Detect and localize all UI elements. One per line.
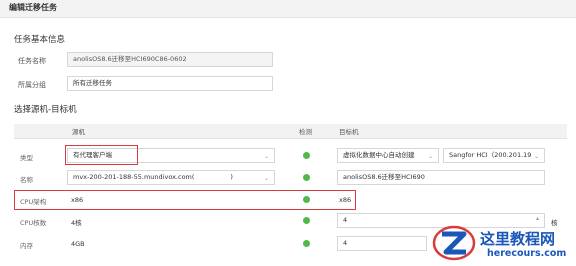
target-memory-stepper[interactable]: 4 xyxy=(337,236,427,251)
check-ok-icon xyxy=(303,196,310,203)
source-cpu-arch: x86 xyxy=(71,196,84,204)
chevron-down-icon: ⌄ xyxy=(427,153,433,160)
highlight-box-type xyxy=(65,145,138,165)
target-cpu-arch: x86 xyxy=(339,196,352,204)
source-name-value: mvx-200-201-188-55.mundivox.com( xyxy=(73,173,195,181)
target-name-value: anolisOS8.6迁移至HCI690 xyxy=(343,173,425,181)
chevron-down-icon: ⌄ xyxy=(263,153,269,160)
check-ok-icon xyxy=(303,240,310,247)
spinner-arrows-icon[interactable]: ▴▾ xyxy=(536,214,539,227)
task-name-label: 任务名称 xyxy=(18,57,46,65)
section-title-basic-info: 任务基本信息 xyxy=(14,35,66,45)
table-header xyxy=(14,124,567,139)
header-target: 目标机 xyxy=(339,128,359,136)
row-label-memory: 内存 xyxy=(20,242,33,250)
target-memory-value: 4 xyxy=(343,239,348,247)
target-cpu-cores-value: 4 xyxy=(343,216,348,224)
source-memory: 4GB xyxy=(71,240,85,248)
header-check: 检测 xyxy=(299,128,312,136)
group-label: 所属分组 xyxy=(18,81,46,89)
row-label-cpu-arch: CPU架构 xyxy=(20,198,47,206)
watermark-domain: herecours.com xyxy=(487,248,567,259)
task-name-field[interactable]: anolisOS8.6迁移至HCI690C86-0602 xyxy=(67,52,273,67)
dialog-title: 编辑迁移任务 xyxy=(9,3,57,12)
group-select[interactable]: 所有迁移任务 xyxy=(67,76,273,91)
watermark-logo-icon xyxy=(432,225,476,261)
group-value: 所有迁移任务 xyxy=(73,79,112,87)
row-label-name: 名称 xyxy=(20,176,33,184)
row-label-cpu-cores: CPU核数 xyxy=(20,219,47,227)
dialog-titlebar: 编辑迁移任务 xyxy=(0,0,576,18)
source-name-select[interactable]: mvx-200-201-188-55.mundivox.com() ⌄ xyxy=(67,170,275,185)
target-type-value: 虚拟化数据中心自动创建 xyxy=(343,151,415,159)
task-name-value: anolisOS8.6迁移至HCI690C86-0602 xyxy=(73,55,187,63)
watermark-text: 这里教程网 xyxy=(480,230,556,248)
chevron-down-icon: ⌄ xyxy=(263,175,269,182)
source-name-suffix: ) xyxy=(230,173,233,181)
target-name-input[interactable]: anolisOS8.6迁移至HCI690 xyxy=(337,170,545,185)
cpu-cores-unit: 核 xyxy=(551,219,558,227)
chevron-down-icon: ⌄ xyxy=(533,153,539,160)
target-platform-select[interactable]: Sangfor HCI（200.201.19 ⌄ xyxy=(443,148,545,163)
header-source: 源机 xyxy=(72,128,85,136)
section-title-source-target: 选择源机-目标机 xyxy=(14,105,77,115)
row-label-type: 类型 xyxy=(20,154,33,162)
check-ok-icon xyxy=(303,174,310,181)
check-ok-icon xyxy=(303,152,310,159)
target-platform-value: Sangfor HCI（200.201.19 xyxy=(449,151,532,159)
target-type-select[interactable]: 虚拟化数据中心自动创建 ⌄ xyxy=(337,148,439,163)
source-cpu-cores: 4核 xyxy=(71,219,82,227)
check-ok-icon xyxy=(303,217,310,224)
